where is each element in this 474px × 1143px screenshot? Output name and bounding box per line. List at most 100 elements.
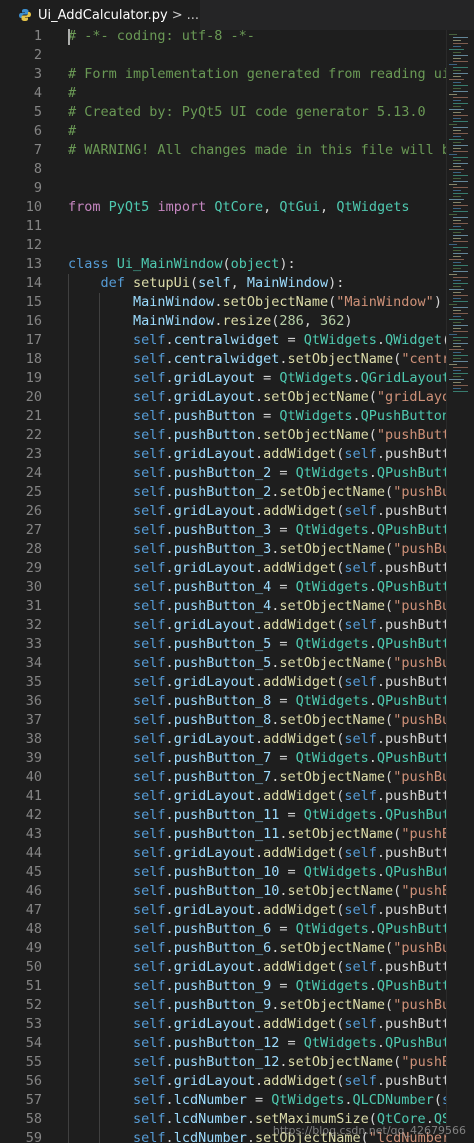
line-number: 16 — [25, 313, 42, 329]
code-token: "pushButton_11" — [401, 826, 446, 842]
code-token: . — [165, 1092, 174, 1108]
code-line[interactable]: 9 — [0, 179, 474, 198]
code-token: . — [254, 1073, 264, 1089]
breadcrumb[interactable]: ... — [187, 8, 199, 23]
code-line[interactable]: 36 self.pushButton_8 = QtWidgets.QPushBu… — [0, 692, 474, 711]
code-token: . — [254, 902, 264, 918]
code-line[interactable]: 15 MainWindow.setObjectName("MainWindow"… — [0, 293, 474, 312]
code-line[interactable]: 31 self.pushButton_4.setObjectName("push… — [0, 597, 474, 616]
code-line[interactable]: 10 from PyQt5 import QtCore, QtGui, QtWid… — [0, 198, 474, 217]
code-line[interactable]: 52 self.pushButton_9.setObjectName("push… — [0, 996, 474, 1015]
indent-guide — [68, 426, 69, 445]
code-line[interactable]: 14 def setupUi(self, MainWindow): — [0, 274, 474, 293]
code-line[interactable]: 29 self.gridLayout.addWidget(self.pushBu… — [0, 559, 474, 578]
code-line[interactable]: 20 self.gridLayout.setObjectName("gridLa… — [0, 388, 474, 407]
code-line[interactable]: 49 self.pushButton_6.setObjectName("push… — [0, 939, 474, 958]
code-token: . — [279, 1054, 288, 1070]
line-number: 37 — [25, 712, 42, 728]
code-line[interactable]: 43 self.pushButton_11.setObjectName("pus… — [0, 825, 474, 844]
minimap-line — [449, 79, 464, 80]
minimap-line — [453, 196, 461, 197]
code-text: self.gridLayout.addWidget(self.pushButto… — [68, 730, 446, 749]
code-line[interactable]: 17 self.centralwidget = QtWidgets.QWidge… — [0, 331, 474, 350]
code-token: self — [133, 560, 166, 576]
minimap[interactable] — [446, 30, 474, 1143]
code-line[interactable]: 33 self.pushButton_5 = QtWidgets.QPushBu… — [0, 635, 474, 654]
code-line[interactable]: 23 self.gridLayout.addWidget(self.pushBu… — [0, 445, 474, 464]
code-line[interactable]: 25 self.pushButton_2.setObjectName("push… — [0, 483, 474, 502]
code-token: addWidget — [263, 446, 337, 462]
code-line[interactable]: 6 # — [0, 122, 474, 141]
code-line[interactable]: 32 self.gridLayout.addWidget(self.pushBu… — [0, 616, 474, 635]
code-line[interactable]: 11 — [0, 217, 474, 236]
code-line[interactable]: 27 self.pushButton_3 = QtWidgets.QPushBu… — [0, 521, 474, 540]
code-line[interactable]: 41 self.gridLayout.addWidget(self.pushBu… — [0, 787, 474, 806]
code-token: . — [254, 446, 264, 462]
code-line[interactable]: 16 MainWindow.resize(286, 362) — [0, 312, 474, 331]
code-token: # — [68, 85, 77, 101]
code-line[interactable]: 26 self.gridLayout.addWidget(self.pushBu… — [0, 502, 474, 521]
code-line[interactable]: 30 self.pushButton_4 = QtWidgets.QPushBu… — [0, 578, 474, 597]
code-token: . — [165, 617, 174, 633]
code-token: pushButton_12 — [173, 1054, 280, 1070]
indent-guide — [68, 920, 69, 939]
code-line[interactable]: 54 self.pushButton_12 = QtWidgets.QPushB… — [0, 1034, 474, 1053]
code-line[interactable]: 45 self.pushButton_10 = QtWidgets.QPushB… — [0, 863, 474, 882]
code-token: . — [165, 636, 174, 652]
code-line[interactable]: 51 self.pushButton_9 = QtWidgets.QPushBu… — [0, 977, 474, 996]
code-token: .pushButton_8, — [376, 731, 446, 747]
code-line[interactable]: 12 — [0, 236, 474, 255]
code-line[interactable]: 57 self.lcdNumber = QtWidgets.QLCDNumber… — [0, 1091, 474, 1110]
code-line[interactable]: 7 # WARNING! All changes made in this fil… — [0, 141, 474, 160]
code-line[interactable]: 13 class Ui_MainWindow(object): — [0, 255, 474, 274]
code-token: "pushButton_4" — [393, 598, 446, 614]
code-line[interactable]: 34 self.pushButton_5.setObjectName("push… — [0, 654, 474, 673]
minimap-line — [453, 271, 468, 272]
code-line[interactable]: 46 self.pushButton_10.setObjectName("pus… — [0, 882, 474, 901]
code-token: QPushButton — [385, 864, 446, 880]
code-line[interactable]: 55 self.pushButton_12.setObjectName("pus… — [0, 1053, 474, 1072]
line-number: 29 — [25, 560, 42, 576]
code-token: self — [133, 389, 166, 405]
minimap-line — [453, 325, 468, 326]
code-line[interactable]: 19 self.gridLayout = QtWidgets.QGridLayo… — [0, 369, 474, 388]
code-token: setObjectName — [279, 940, 386, 956]
code-line[interactable]: 37 self.pushButton_8.setObjectName("push… — [0, 711, 474, 730]
code-line[interactable]: 21 self.pushButton = QtWidgets.QPushButt… — [0, 407, 474, 426]
code-token: gridLayout — [173, 959, 255, 975]
code-line[interactable]: 50 self.gridLayout.addWidget(self.pushBu… — [0, 958, 474, 977]
code-line[interactable]: 2 — [0, 46, 474, 65]
code-token: . — [279, 351, 288, 367]
code-token: QtWidgets — [279, 370, 353, 386]
code-line[interactable]: 3 # Form implementation generated from re… — [0, 65, 474, 84]
code-line[interactable]: 8 — [0, 160, 474, 179]
tab-ui-addcalculator[interactable]: Ui_AddCalculator.py > ... — [0, 0, 200, 30]
code-token: # Form implementation generated from rea… — [68, 66, 446, 82]
line-number: 42 — [25, 807, 42, 823]
indent-guide — [98, 730, 100, 749]
code-token: self — [133, 1035, 166, 1051]
code-line[interactable]: 56 self.gridLayout.addWidget(self.pushBu… — [0, 1072, 474, 1091]
code-line[interactable]: 1 # -*- coding: utf-8 -*- — [0, 27, 474, 46]
code-line[interactable]: 39 self.pushButton_7 = QtWidgets.QPushBu… — [0, 749, 474, 768]
code-line[interactable]: 53 self.gridLayout.addWidget(self.pushBu… — [0, 1015, 474, 1034]
code-editor[interactable]: 1 # -*- coding: utf-8 -*- 2 3 # Form impleme… — [0, 27, 474, 1143]
code-line[interactable]: 4 # — [0, 84, 474, 103]
code-line[interactable]: 38 self.gridLayout.addWidget(self.pushBu… — [0, 730, 474, 749]
minimap-line — [453, 241, 468, 242]
code-line[interactable]: 42 self.pushButton_11 = QtWidgets.QPushB… — [0, 806, 474, 825]
code-line[interactable]: 24 self.pushButton_2 = QtWidgets.QPushBu… — [0, 464, 474, 483]
code-line[interactable]: 48 self.pushButton_6 = QtWidgets.QPushBu… — [0, 920, 474, 939]
code-line[interactable]: 35 self.gridLayout.addWidget(self.pushBu… — [0, 673, 474, 692]
code-line[interactable]: 5 # Created by: PyQt5 UI code generator 5… — [0, 103, 474, 122]
code-line[interactable]: 47 self.gridLayout.addWidget(self.pushBu… — [0, 901, 474, 920]
minimap-line — [453, 367, 468, 368]
code-line[interactable]: 40 self.pushButton_7.setObjectName("push… — [0, 768, 474, 787]
code-line[interactable]: 44 self.gridLayout.addWidget(self.pushBu… — [0, 844, 474, 863]
code-token: addWidget — [263, 503, 337, 519]
code-line[interactable]: 22 self.pushButton.setObjectName("pushBu… — [0, 426, 474, 445]
code-line[interactable]: 18 self.centralwidget.setObjectName("cen… — [0, 350, 474, 369]
code-line[interactable]: 28 self.pushButton_3.setObjectName("push… — [0, 540, 474, 559]
